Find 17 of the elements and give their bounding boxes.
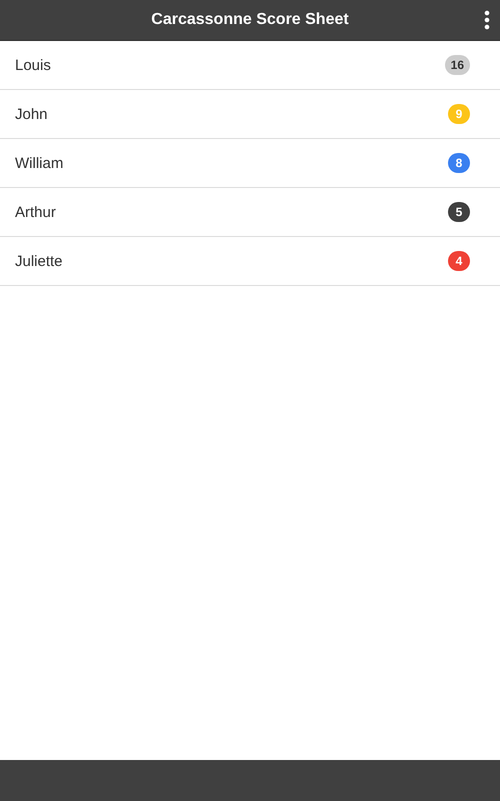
player-row[interactable]: John 9 xyxy=(0,90,500,139)
player-name: Juliette xyxy=(15,252,63,270)
player-row[interactable]: William 8 xyxy=(0,139,500,188)
score-badge: 16 xyxy=(444,55,470,75)
score-badge: 5 xyxy=(448,202,470,222)
score-badge: 9 xyxy=(448,104,470,124)
player-name: William xyxy=(15,154,64,172)
player-name: Louis xyxy=(15,56,51,74)
player-row[interactable]: Juliette 4 xyxy=(0,237,500,286)
score-badge: 4 xyxy=(448,251,470,271)
player-row[interactable]: Arthur 5 xyxy=(0,188,500,237)
header-title: Carcassonne Score Sheet xyxy=(151,11,349,29)
player-name: Arthur xyxy=(15,204,56,220)
player-name: John xyxy=(15,106,48,122)
menu-icon[interactable] xyxy=(484,10,490,30)
score-badge: 8 xyxy=(448,153,470,173)
player-row[interactable]: Louis 16 xyxy=(0,41,500,90)
